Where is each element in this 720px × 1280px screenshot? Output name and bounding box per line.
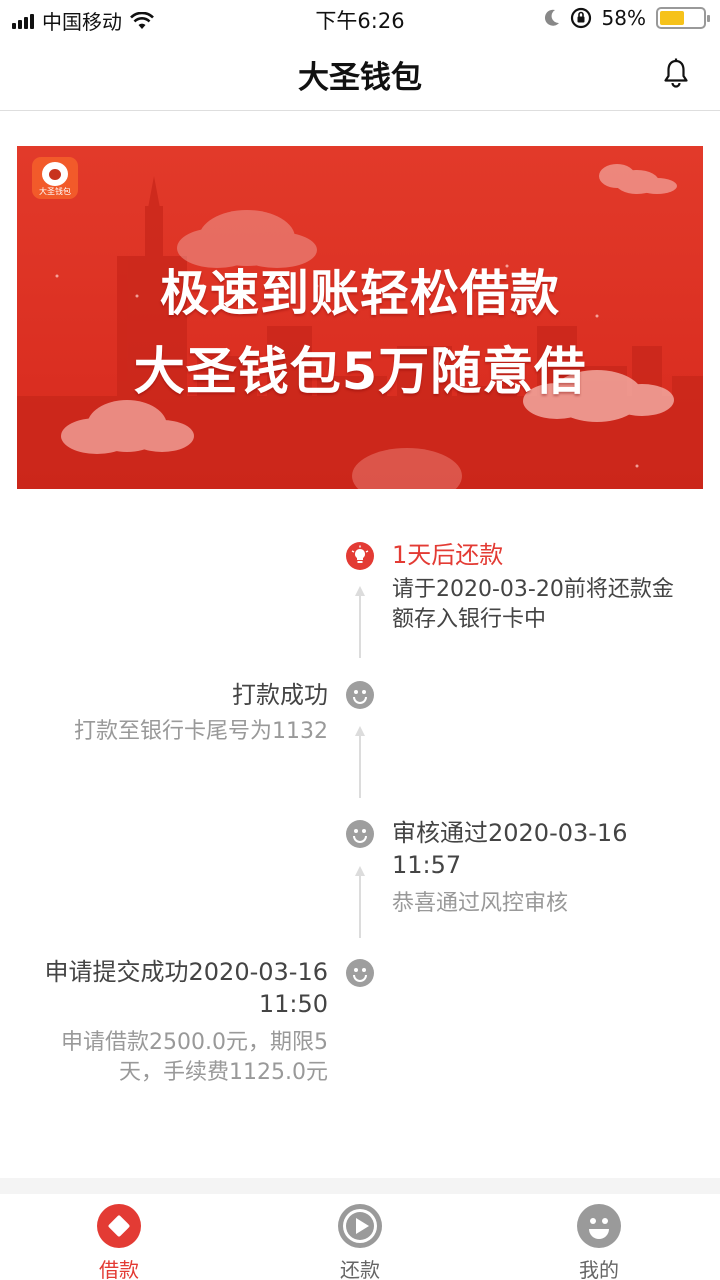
step-description: 打款至银行卡尾号为1132 <box>74 719 328 744</box>
battery-level <box>660 11 685 25</box>
timeline-step-submitted: 申请提交成功2020-03-16 11:50 申请借款2500.0元，期限5天，… <box>18 956 328 1088</box>
smiley-icon <box>346 959 374 987</box>
nav-label: 借款 <box>99 1258 139 1280</box>
step-description: 恭喜通过风控审核 <box>392 891 569 916</box>
timeline-step-payout: 打款成功 打款至银行卡尾号为1132 <box>0 679 328 747</box>
step-description: 请于2020-03-20前将还款金额存入银行卡中 <box>392 577 674 632</box>
promo-banner[interactable]: 大圣钱包 极速到账轻松借款 大圣钱包5万随意借 <box>17 146 703 489</box>
smiley-icon <box>577 1204 621 1248</box>
bell-icon[interactable] <box>662 58 690 88</box>
app-logo: 大圣钱包 <box>32 157 78 199</box>
nav-divider <box>0 1178 720 1194</box>
nav-item-mine[interactable]: 我的 <box>539 1204 659 1280</box>
nav-item-borrow[interactable]: 借款 <box>59 1204 179 1280</box>
timeline-connector <box>355 866 365 938</box>
smiley-icon <box>346 820 374 848</box>
step-title: 打款成功 <box>232 681 328 709</box>
nav-label: 还款 <box>340 1258 380 1280</box>
lightbulb-icon <box>346 542 374 570</box>
timeline-connector <box>355 586 365 658</box>
smiley-icon <box>346 681 374 709</box>
timeline-step-review: 审核通过2020-03-16 11:57 恭喜通过风控审核 <box>392 817 662 919</box>
nav-item-repay[interactable]: 还款 <box>300 1204 420 1280</box>
rotation-lock-icon <box>570 7 591 29</box>
app-logo-text: 大圣钱包 <box>39 187 71 196</box>
timeline-step-repayment: 1天后还款 请于2020-03-20前将还款金额存入银行卡中 <box>392 539 692 635</box>
battery-icon <box>656 7 710 29</box>
page-title: 大圣钱包 <box>298 60 422 96</box>
diamond-icon <box>97 1204 141 1248</box>
loan-timeline: 1天后还款 请于2020-03-20前将还款金额存入银行卡中 打款成功 打款至银… <box>0 520 720 1120</box>
battery-percent: 58% <box>601 6 646 30</box>
step-title: 审核通过2020-03-16 11:57 <box>392 819 628 879</box>
play-icon <box>338 1204 382 1248</box>
step-description: 申请借款2500.0元，期限5天，手续费1125.0元 <box>61 1030 328 1085</box>
step-title: 申请提交成功2020-03-16 11:50 <box>44 958 328 1018</box>
nav-label: 我的 <box>579 1258 619 1280</box>
bottom-nav: 借款 还款 我的 <box>0 1194 720 1280</box>
moon-icon <box>544 9 559 26</box>
timeline-connector <box>355 726 365 798</box>
status-right: 58% <box>544 6 710 30</box>
status-bar: 中国移动 下午6:26 58% <box>0 0 720 36</box>
banner-headline: 极速到账轻松借款 <box>159 265 560 322</box>
step-title: 1天后还款 <box>392 541 504 569</box>
banner-subheadline: 大圣钱包5万随意借 <box>133 343 587 402</box>
app-header: 大圣钱包 <box>0 36 720 111</box>
